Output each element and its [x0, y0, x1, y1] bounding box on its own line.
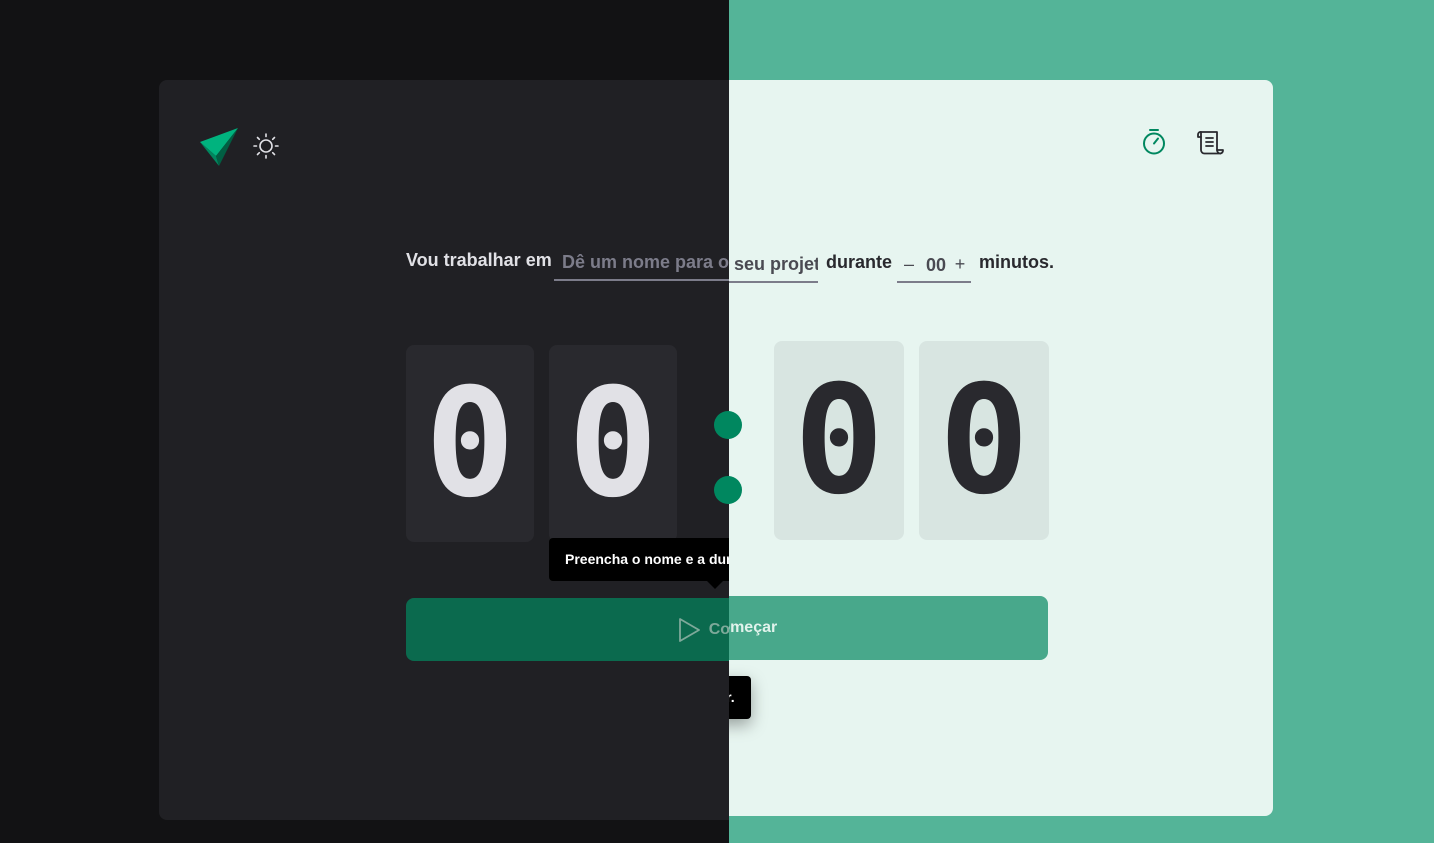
- minutes-tens-digit: 0: [406, 345, 534, 542]
- sun-icon[interactable]: [252, 132, 280, 160]
- tooltip: Preencha o nome e a duração antes de com…: [549, 538, 729, 581]
- minutes-suffix-label: minutos.: [979, 252, 1054, 272]
- duration-label: durante: [826, 252, 893, 272]
- start-button[interactable]: Começar: [729, 596, 1048, 660]
- minutes-ones-digit: 0: [549, 345, 677, 542]
- seconds-tens-digit: 0: [774, 341, 904, 540]
- play-icon: [678, 617, 700, 642]
- decrement-button[interactable]: –: [899, 251, 919, 277]
- increment-button[interactable]: +: [950, 251, 970, 277]
- tooltip: Preencha o nome e a duração antes de com…: [729, 676, 751, 719]
- start-button-label: Começar: [729, 619, 778, 636]
- start-button[interactable]: Começar: [406, 598, 729, 661]
- seconds-ones-digit: 0: [919, 341, 1049, 540]
- light-theme-panel: durante – + minutos. 0 0 Começar Preench…: [729, 0, 1434, 843]
- scroll-history-icon[interactable]: [1195, 128, 1225, 158]
- task-label: Vou trabalhar em: [406, 250, 552, 270]
- minutes-field[interactable]: – +: [897, 249, 971, 283]
- task-input[interactable]: [729, 249, 818, 279]
- start-button-label: Começar: [708, 620, 729, 638]
- minutes-input[interactable]: [919, 249, 953, 281]
- timer-icon[interactable]: [1140, 128, 1168, 156]
- task-field[interactable]: [554, 247, 729, 281]
- tooltip-arrow: [706, 580, 724, 589]
- task-input[interactable]: [554, 247, 729, 277]
- dark-theme-panel: Vou trabalhar em 0 0 Começar Preencha o …: [0, 0, 729, 843]
- task-field[interactable]: [729, 249, 818, 283]
- logo-icon: [200, 128, 238, 166]
